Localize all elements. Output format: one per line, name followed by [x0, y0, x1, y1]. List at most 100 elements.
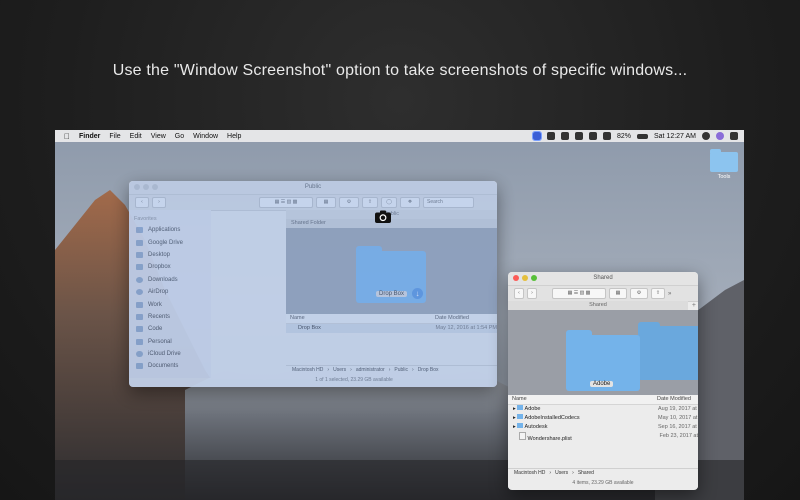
battery-icon[interactable]	[636, 133, 648, 139]
zoom-icon[interactable]	[531, 275, 537, 281]
menu-window[interactable]: Window	[193, 133, 218, 140]
path-segment[interactable]: Users	[333, 366, 346, 375]
document-icon	[136, 363, 143, 370]
gear-icon[interactable]: ⚙	[630, 288, 648, 299]
headline: Use the "Window Screenshot" option to ta…	[112, 62, 688, 79]
sidebar-item-recents[interactable]: Recents	[129, 311, 211, 323]
path-segment[interactable]: Macintosh HD	[514, 469, 545, 478]
window-titlebar[interactable]: Public	[129, 181, 497, 195]
share-icon[interactable]: ⇧	[362, 197, 378, 208]
folder-icon	[136, 326, 143, 333]
window-title: Public	[304, 184, 322, 190]
path-segment[interactable]: administrator	[356, 366, 385, 375]
search-icon[interactable]	[702, 132, 710, 140]
window-toolbar: ‹ › ▦ ☰ ▧ ▩ ▦ ⚙ ⇧ ◯ ❖ Search	[129, 195, 497, 211]
column-date[interactable]: Date Modified	[435, 314, 469, 323]
row-name: Drop Box	[298, 325, 321, 331]
sidebar-item-label: Applications	[148, 227, 181, 234]
path-segment[interactable]: Users	[555, 469, 568, 478]
status-bar: 1 of 1 selected, 23.29 GB available	[211, 376, 497, 385]
sidebar-item-airdrop[interactable]: AirDrop	[129, 286, 211, 298]
recents-icon	[136, 313, 143, 320]
forward-button[interactable]: ›	[527, 288, 537, 299]
menu-edit[interactable]: Edit	[130, 133, 142, 140]
sidebar-item-dropbox[interactable]: Dropbox	[129, 261, 211, 273]
preview-pane: Drop Box ↓	[286, 228, 497, 314]
menu-go[interactable]: Go	[175, 133, 184, 140]
airdrop-icon	[136, 289, 143, 296]
arrange-button[interactable]: ▦	[609, 288, 627, 299]
sidebar-item-label: Documents	[148, 363, 179, 370]
finder-window-shared[interactable]: Shared ‹ › ▦ ☰ ▧ ▩ ▦ ⚙ ⇧ » Shared + Adob…	[508, 272, 698, 490]
table-row[interactable]: ▸ AdobeInstalledCodecs May 10, 2017 at	[508, 414, 698, 423]
sidebar-item-desktop[interactable]: Desktop	[129, 249, 211, 261]
path-segment[interactable]: Drop Box	[418, 366, 439, 375]
share-icon[interactable]: ⇧	[651, 288, 665, 299]
add-tab-icon[interactable]: +	[692, 301, 696, 310]
table-row[interactable]: ▸ Adobe Aug 19, 2017 at	[508, 405, 698, 414]
sidebar-item-label: Downloads	[148, 276, 178, 283]
menu-help[interactable]: Help	[227, 133, 241, 140]
sidebar-item-work[interactable]: Work	[129, 298, 211, 310]
sidebar-item-documents[interactable]: Documents	[129, 360, 211, 372]
column-name[interactable]: Name	[508, 395, 657, 404]
back-button[interactable]: ‹	[135, 197, 149, 208]
toolbar-overflow-icon[interactable]: »	[668, 291, 671, 297]
back-button[interactable]: ‹	[514, 288, 524, 299]
menu-view[interactable]: View	[151, 133, 166, 140]
sidebar-item-label: Desktop	[148, 251, 171, 258]
table-row[interactable]: Wondershare.plist Feb 23, 2017 at	[508, 432, 698, 442]
sidebar-item-icloud-drive[interactable]: iCloud Drive	[129, 348, 211, 360]
minimize-icon[interactable]	[522, 275, 528, 281]
column-name[interactable]: Name	[286, 314, 435, 323]
path-bar: Macintosh HD › Users › administrator › Publ…	[286, 365, 497, 375]
path-tab[interactable]: Shared	[508, 301, 688, 310]
desktop-icon	[136, 251, 143, 258]
path-segment[interactable]: Macintosh HD	[292, 366, 323, 375]
path-segment[interactable]: Public	[394, 366, 408, 375]
sidebar-item-applications[interactable]: Applications	[129, 224, 211, 236]
sidebar-item-personal[interactable]: Personal	[129, 336, 211, 348]
menu-file[interactable]: File	[109, 133, 120, 140]
dropbox-button[interactable]: ❖	[400, 197, 420, 208]
view-mode-toggle[interactable]: ▦ ☰ ▧ ▩	[552, 288, 606, 299]
finder-window-public[interactable]: Public ‹ › ▦ ☰ ▧ ▩ ▦ ⚙ ⇧ ◯ ❖ Search Favo…	[129, 181, 497, 387]
screenshot-app-icon[interactable]	[531, 131, 542, 141]
path-tab[interactable]: Public	[286, 210, 497, 219]
path-segment[interactable]: Shared	[578, 469, 594, 478]
desktop-folder-tools[interactable]: Tools	[709, 149, 739, 180]
siri-icon[interactable]	[716, 132, 724, 140]
shield-icon[interactable]	[546, 132, 555, 140]
table-row[interactable]: ▸ Autodesk Sep 16, 2017 at	[508, 423, 698, 432]
menu-app-finder[interactable]: Finder	[79, 133, 100, 140]
sidebar-item-label: Personal	[148, 338, 172, 345]
bluetooth-icon[interactable]	[588, 132, 597, 140]
search-input[interactable]: Search	[423, 197, 474, 208]
sidebar-item-downloads[interactable]: Downloads	[129, 274, 211, 286]
gear-icon[interactable]: ⚙	[339, 197, 359, 208]
airplay-icon[interactable]	[574, 132, 583, 140]
wifi-icon[interactable]	[602, 132, 611, 140]
table-row[interactable]: Drop Box May 12, 2016 at 1:54 PM	[286, 324, 497, 333]
sidebar-item-google-drive[interactable]: Google Drive	[129, 236, 211, 248]
view-mode-toggle[interactable]: ▦ ☰ ▧ ▩	[259, 197, 313, 208]
window-titlebar[interactable]: Shared	[508, 272, 698, 286]
arrange-button[interactable]: ▦	[316, 197, 336, 208]
close-icon[interactable]	[134, 184, 140, 190]
download-icon: ↓	[412, 288, 423, 299]
sidebar-item-code[interactable]: Code	[129, 323, 211, 335]
list-icon[interactable]	[730, 132, 738, 140]
tag-icon[interactable]: ◯	[381, 197, 397, 208]
zoom-icon[interactable]	[152, 184, 158, 190]
battery-percent: 82%	[616, 132, 631, 140]
row-name: Adobe	[524, 406, 541, 412]
sidebar-header: Favorites	[134, 216, 157, 222]
column-date[interactable]: Date Modified	[657, 395, 691, 404]
close-icon[interactable]	[513, 275, 519, 281]
menu-clock[interactable]: Sat 12:27 AM	[654, 133, 696, 140]
minimize-icon[interactable]	[143, 184, 149, 190]
apple-icon[interactable]: 	[64, 132, 70, 141]
forward-button[interactable]: ›	[152, 197, 166, 208]
dropbox-icon[interactable]	[560, 132, 569, 140]
row-name: Autodesk	[524, 424, 548, 430]
